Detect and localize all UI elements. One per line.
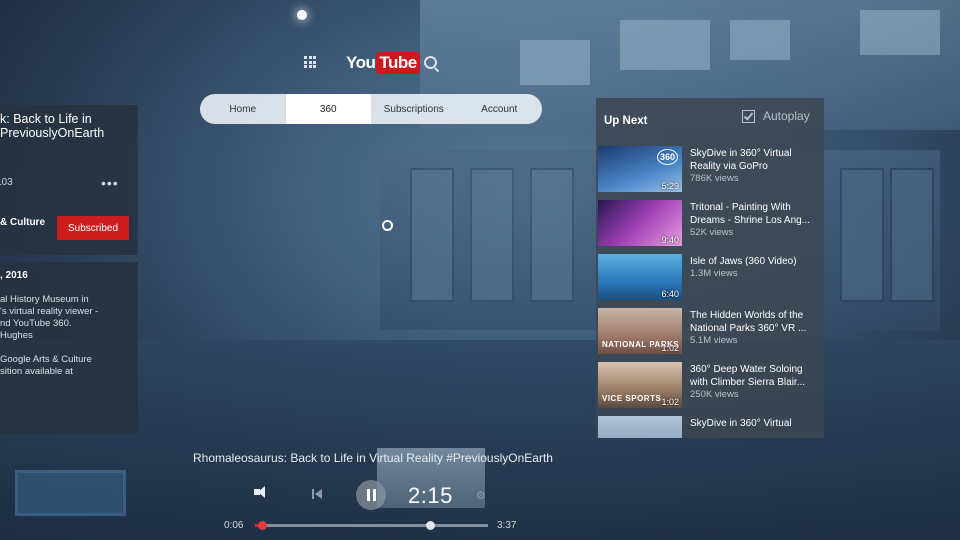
- logo-you: You: [346, 53, 376, 72]
- video-views: 52K views: [690, 227, 734, 238]
- video-title-line2: Reality via GoPro: [690, 160, 768, 172]
- video-title[interactable]: SkyDive in 360° Virtual Reality via GoPr…: [690, 148, 824, 173]
- display-case: [890, 168, 934, 302]
- autoplay-checkbox[interactable]: [742, 109, 755, 123]
- video-thumbnail[interactable]: 360 5:29: [598, 146, 682, 192]
- up-next-video[interactable]: 360 5:29 SkyDive in 360° Virtual Reality…: [598, 146, 822, 194]
- seek-bar[interactable]: [255, 521, 488, 530]
- video-duration: 1:02: [661, 343, 679, 353]
- nav-tabs: Home 360 Subscriptions Account: [200, 94, 542, 124]
- skylight: [730, 20, 790, 60]
- tab-home[interactable]: Home: [200, 94, 286, 124]
- video-title[interactable]: Isle of Jaws (360 Video): [690, 256, 824, 269]
- video-thumbnail[interactable]: NATIONAL PARKS 1:02: [598, 308, 682, 354]
- video-description: al History Museum in 's virtual reality …: [0, 294, 140, 378]
- player-controls: 2:15 ⚙: [250, 480, 510, 512]
- logo-tube: Tube: [376, 52, 420, 74]
- search-icon[interactable]: [424, 56, 437, 69]
- floor-light: [15, 470, 126, 516]
- video-title-line2: Dreams - Shrine Los Ang...: [690, 214, 811, 226]
- tab-subscriptions[interactable]: Subscriptions: [371, 94, 457, 124]
- video-views: 250K views: [690, 389, 739, 400]
- up-next-video[interactable]: VICE SPORTS 1:02 360° Deep Water Soloing…: [598, 362, 822, 410]
- previous-icon[interactable]: [312, 489, 322, 499]
- up-next-video[interactable]: NATIONAL PARKS 1:02 The Hidden Worlds of…: [598, 308, 822, 356]
- video-duration: 5:29: [661, 181, 679, 191]
- description-line: Hughes: [0, 330, 33, 341]
- video-title-line2: with Climber Sierra Blair...: [690, 376, 806, 388]
- video-duration: 9:40: [661, 235, 679, 245]
- description-line: al History Museum in: [0, 294, 89, 305]
- video-info-title-line1: k: Back to Life in: [0, 112, 92, 126]
- video-title[interactable]: 360° Deep Water Soloing with Climber Sie…: [690, 364, 824, 389]
- display-case: [530, 168, 574, 302]
- total-time: 3:37: [497, 520, 517, 531]
- display-case: [470, 168, 514, 302]
- settings-icon[interactable]: ⚙: [476, 489, 486, 502]
- skylight: [520, 40, 590, 85]
- current-time: 0:06: [224, 520, 244, 531]
- up-next-video[interactable]: 9:40 Tritonal - Painting With Dreams - S…: [598, 200, 822, 248]
- video-info-title: k: Back to Life in PreviouslyOnEarth: [0, 112, 130, 140]
- up-next-video[interactable]: 6:40 Isle of Jaws (360 Video) 1.3M views: [598, 254, 822, 302]
- video-thumbnail[interactable]: 6:40: [598, 254, 682, 300]
- video-title-line1: Isle of Jaws (360 Video): [690, 256, 797, 267]
- tab-360[interactable]: 360: [285, 94, 371, 124]
- thumbnail-caption: VICE SPORTS: [602, 394, 662, 403]
- up-next-video[interactable]: SkyDive in 360° Virtual: [598, 416, 822, 438]
- autoplay-label: Autoplay: [763, 109, 810, 123]
- publish-date: , 2016: [0, 270, 28, 281]
- gaze-cursor: [382, 220, 393, 231]
- description-line: sition available at: [0, 366, 73, 377]
- up-next-panel: Up Next Autoplay 360 5:29 SkyDive in 360…: [596, 98, 824, 438]
- video-title-line1: SkyDive in 360° Virtual: [690, 418, 792, 429]
- display-case: [410, 168, 454, 302]
- video-title-line1: The Hidden Worlds of the: [690, 310, 804, 321]
- video-thumbnail[interactable]: [598, 416, 682, 438]
- player-video-title: Rhomaleosaurus: Back to Life in Virtual …: [193, 451, 553, 465]
- description-line: [0, 342, 140, 354]
- seek-handle[interactable]: [257, 521, 267, 530]
- video-duration: 6:40: [661, 289, 679, 299]
- autoplay-toggle[interactable]: Autoplay: [742, 109, 810, 123]
- video-duration: 1:02: [661, 397, 679, 407]
- more-options-icon[interactable]: •••: [101, 175, 119, 191]
- video-title-line1: Tritonal - Painting With: [690, 202, 791, 213]
- pause-icon: [367, 489, 376, 501]
- display-case: [840, 168, 884, 302]
- video-title-line2: National Parks 360° VR ...: [690, 322, 807, 334]
- tab-account[interactable]: Account: [457, 94, 543, 124]
- channel-name[interactable]: & Culture: [0, 217, 45, 228]
- seek-hover-marker: [425, 521, 435, 530]
- description-line: nd YouTube 360.: [0, 318, 72, 329]
- skylight: [860, 10, 940, 55]
- video-views: 786K views: [690, 173, 739, 184]
- video-title[interactable]: Tritonal - Painting With Dreams - Shrine…: [690, 202, 824, 227]
- volume-icon[interactable]: [254, 486, 265, 498]
- up-next-heading: Up Next: [604, 115, 648, 127]
- like-count: 103: [0, 177, 13, 188]
- video-title[interactable]: The Hidden Worlds of the National Parks …: [690, 310, 824, 335]
- top-bar: You Tube: [300, 50, 440, 76]
- video-thumbnail[interactable]: 9:40: [598, 200, 682, 246]
- video-info-panel: k: Back to Life in PreviouslyOnEarth 103…: [0, 105, 138, 255]
- youtube-logo[interactable]: You Tube: [346, 52, 420, 74]
- video-title-line1: 360° Deep Water Soloing: [690, 364, 803, 375]
- video-info-title-line2: PreviouslyOnEarth: [0, 126, 105, 140]
- video-title-line1: SkyDive in 360° Virtual: [690, 148, 792, 159]
- description-line: Google Arts & Culture: [0, 354, 92, 365]
- video-views: 5.1M views: [690, 335, 738, 346]
- video-description-panel: , 2016 al History Museum in 's virtual r…: [0, 262, 138, 434]
- video-title[interactable]: SkyDive in 360° Virtual: [690, 418, 824, 431]
- video-views: 1.3M views: [690, 268, 738, 279]
- ceiling-lamp: [297, 10, 307, 20]
- subscribed-button[interactable]: Subscribed: [57, 216, 129, 240]
- description-line: 's virtual reality viewer -: [0, 306, 99, 317]
- play-pause-button[interactable]: [356, 480, 386, 510]
- skylight: [620, 20, 710, 70]
- badge-360: 360: [656, 149, 678, 165]
- apps-grid-icon[interactable]: [304, 56, 316, 68]
- video-thumbnail[interactable]: VICE SPORTS 1:02: [598, 362, 682, 408]
- hover-time: 2:15: [408, 483, 453, 508]
